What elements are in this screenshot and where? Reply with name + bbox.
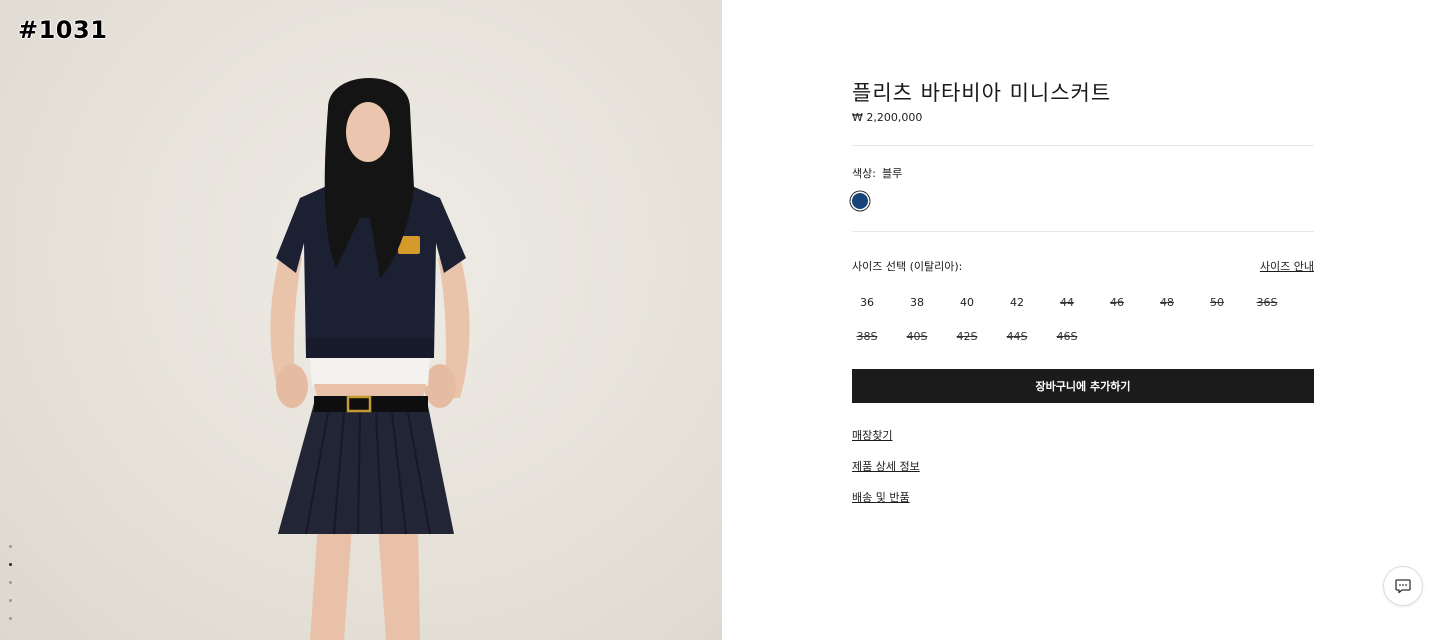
product-title: 플리츠 바타비아 미니스커트 xyxy=(852,81,1112,105)
color-value: 블루 xyxy=(881,167,903,180)
gallery-pagination xyxy=(9,545,15,635)
size-option-38s[interactable]: 38S xyxy=(842,326,892,360)
size-option-48[interactable]: 48 xyxy=(1142,292,1192,326)
size-option-50[interactable]: 50 xyxy=(1192,292,1242,326)
size-option-38[interactable]: 38 xyxy=(892,292,942,326)
size-option-36s[interactable]: 36S xyxy=(1242,292,1292,326)
shipping-returns-link[interactable]: 배송 및 반품 xyxy=(852,489,910,505)
product-image-panel: #1031 xyxy=(0,0,722,640)
product-photo-model xyxy=(270,78,470,640)
color-selection-label: 색상: 블루 xyxy=(852,165,902,181)
add-to-cart-button[interactable]: 장바구니에 추가하기 xyxy=(852,369,1314,403)
divider xyxy=(852,145,1314,146)
image-id-sticker: #1031 xyxy=(18,16,108,44)
chat-button[interactable] xyxy=(1383,566,1423,606)
chat-bubble-icon xyxy=(1395,579,1411,594)
size-option-46[interactable]: 46 xyxy=(1092,292,1142,326)
size-option-44[interactable]: 44 xyxy=(1042,292,1092,326)
gallery-dot[interactable] xyxy=(9,545,12,548)
size-option-36[interactable]: 36 xyxy=(842,292,892,326)
size-option-42[interactable]: 42 xyxy=(992,292,1042,326)
size-options-grid: 36 38 40 42 44 46 48 50 36S 38S 40S 42S 44S 46S xyxy=(842,292,1322,360)
gallery-dot[interactable] xyxy=(9,599,12,602)
store-locator-link[interactable]: 매장찾기 xyxy=(852,427,892,443)
size-option-40s[interactable]: 40S xyxy=(892,326,942,360)
color-label: 색상: xyxy=(852,167,876,180)
size-option-46s[interactable]: 46S xyxy=(1042,326,1092,360)
size-option-42s[interactable]: 42S xyxy=(942,326,992,360)
gallery-dot-active[interactable] xyxy=(9,563,12,566)
gallery-dot[interactable] xyxy=(9,581,12,584)
size-selection-label: 사이즈 선택 (이탈리아): xyxy=(852,260,963,273)
color-swatch-blue[interactable] xyxy=(852,193,868,209)
divider xyxy=(852,231,1314,232)
size-guide-link[interactable]: 사이즈 안내 xyxy=(1260,258,1314,274)
size-option-44s[interactable]: 44S xyxy=(992,326,1042,360)
product-details-link[interactable]: 제품 상세 정보 xyxy=(852,458,920,474)
size-option-40[interactable]: 40 xyxy=(942,292,992,326)
gallery-dot[interactable] xyxy=(9,617,12,620)
product-price: ₩ 2,200,000 xyxy=(852,111,923,124)
